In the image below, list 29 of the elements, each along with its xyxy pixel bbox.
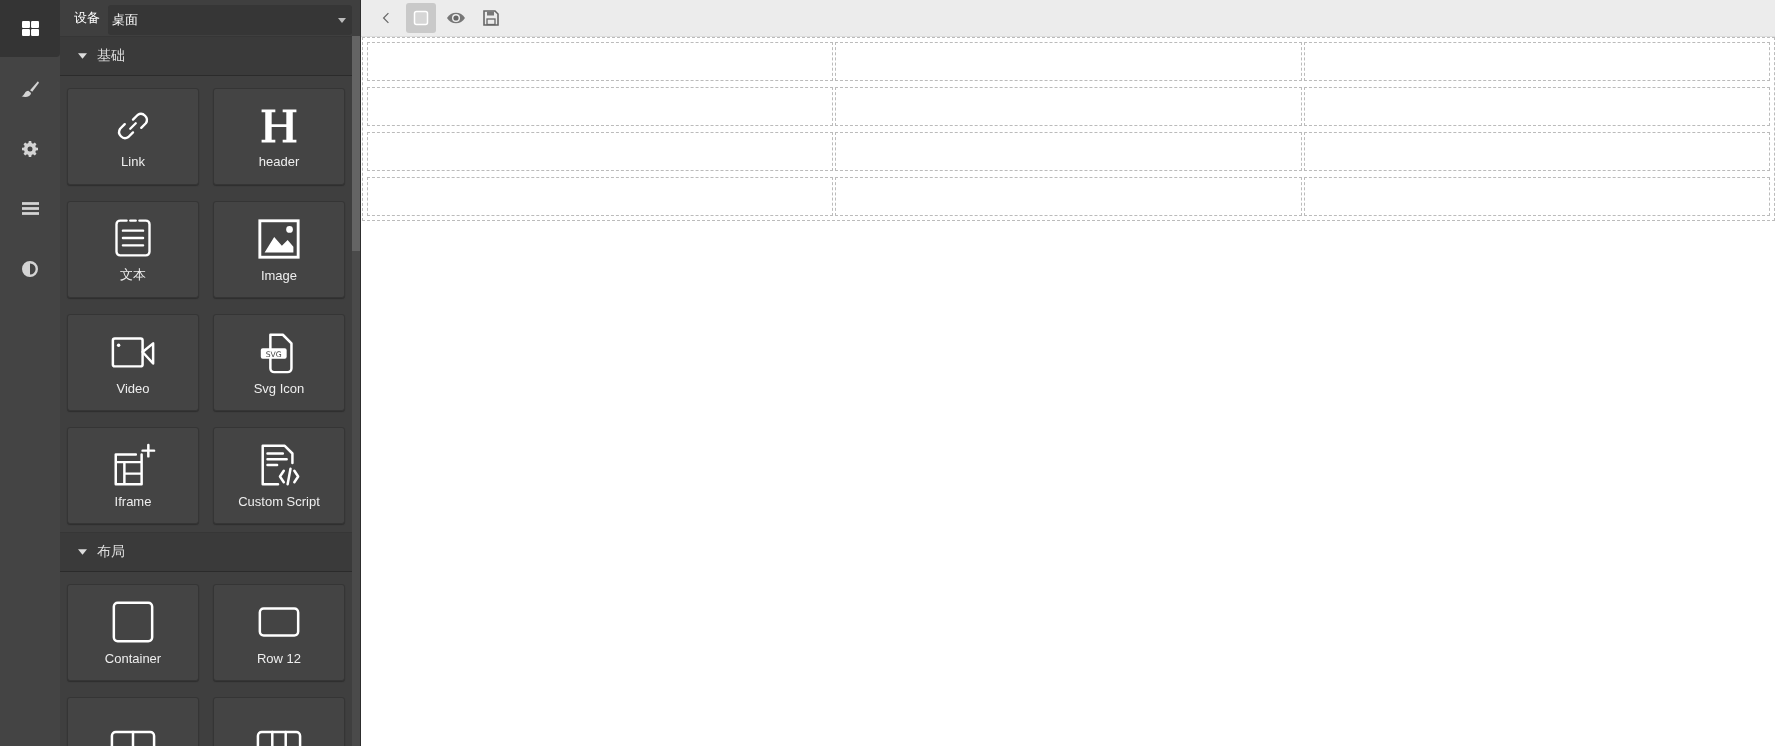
contrast-icon [22,260,38,277]
scrollbar-thumb[interactable] [352,36,360,251]
device-label: 设备 [74,9,100,27]
image-icon [256,216,302,262]
block-tile[interactable]: Link [67,88,199,185]
back-icon [382,12,390,24]
scrollbar[interactable] [352,36,360,746]
grid-tab[interactable] [0,0,60,57]
block-tile[interactable]: 文本 [67,201,199,298]
save-icon [483,10,499,26]
category-header[interactable]: 基础 [60,36,352,76]
block-tile[interactable]: SVG Svg Icon [213,314,345,411]
block-tile[interactable]: Custom Script [213,427,345,524]
settings-icon [22,140,38,157]
block-tile[interactable]: Video [67,314,199,411]
block-tile[interactable]: Row 12 [213,584,345,681]
eye-icon [446,11,466,25]
block-tile[interactable]: Iframe [67,427,199,524]
brush-icon [21,79,39,98]
grid-icon [21,20,39,37]
square-icon [110,599,156,645]
block-tile[interactable]: header [213,88,345,185]
device-select[interactable]: 桌面 [108,5,352,35]
menu-icon [21,201,39,216]
category-header[interactable]: 布局 [60,532,352,572]
caret-icon [338,17,346,23]
square-icon [413,10,429,26]
block-tile[interactable]: Image [213,201,345,298]
block-tile[interactable]: Container [67,584,199,681]
